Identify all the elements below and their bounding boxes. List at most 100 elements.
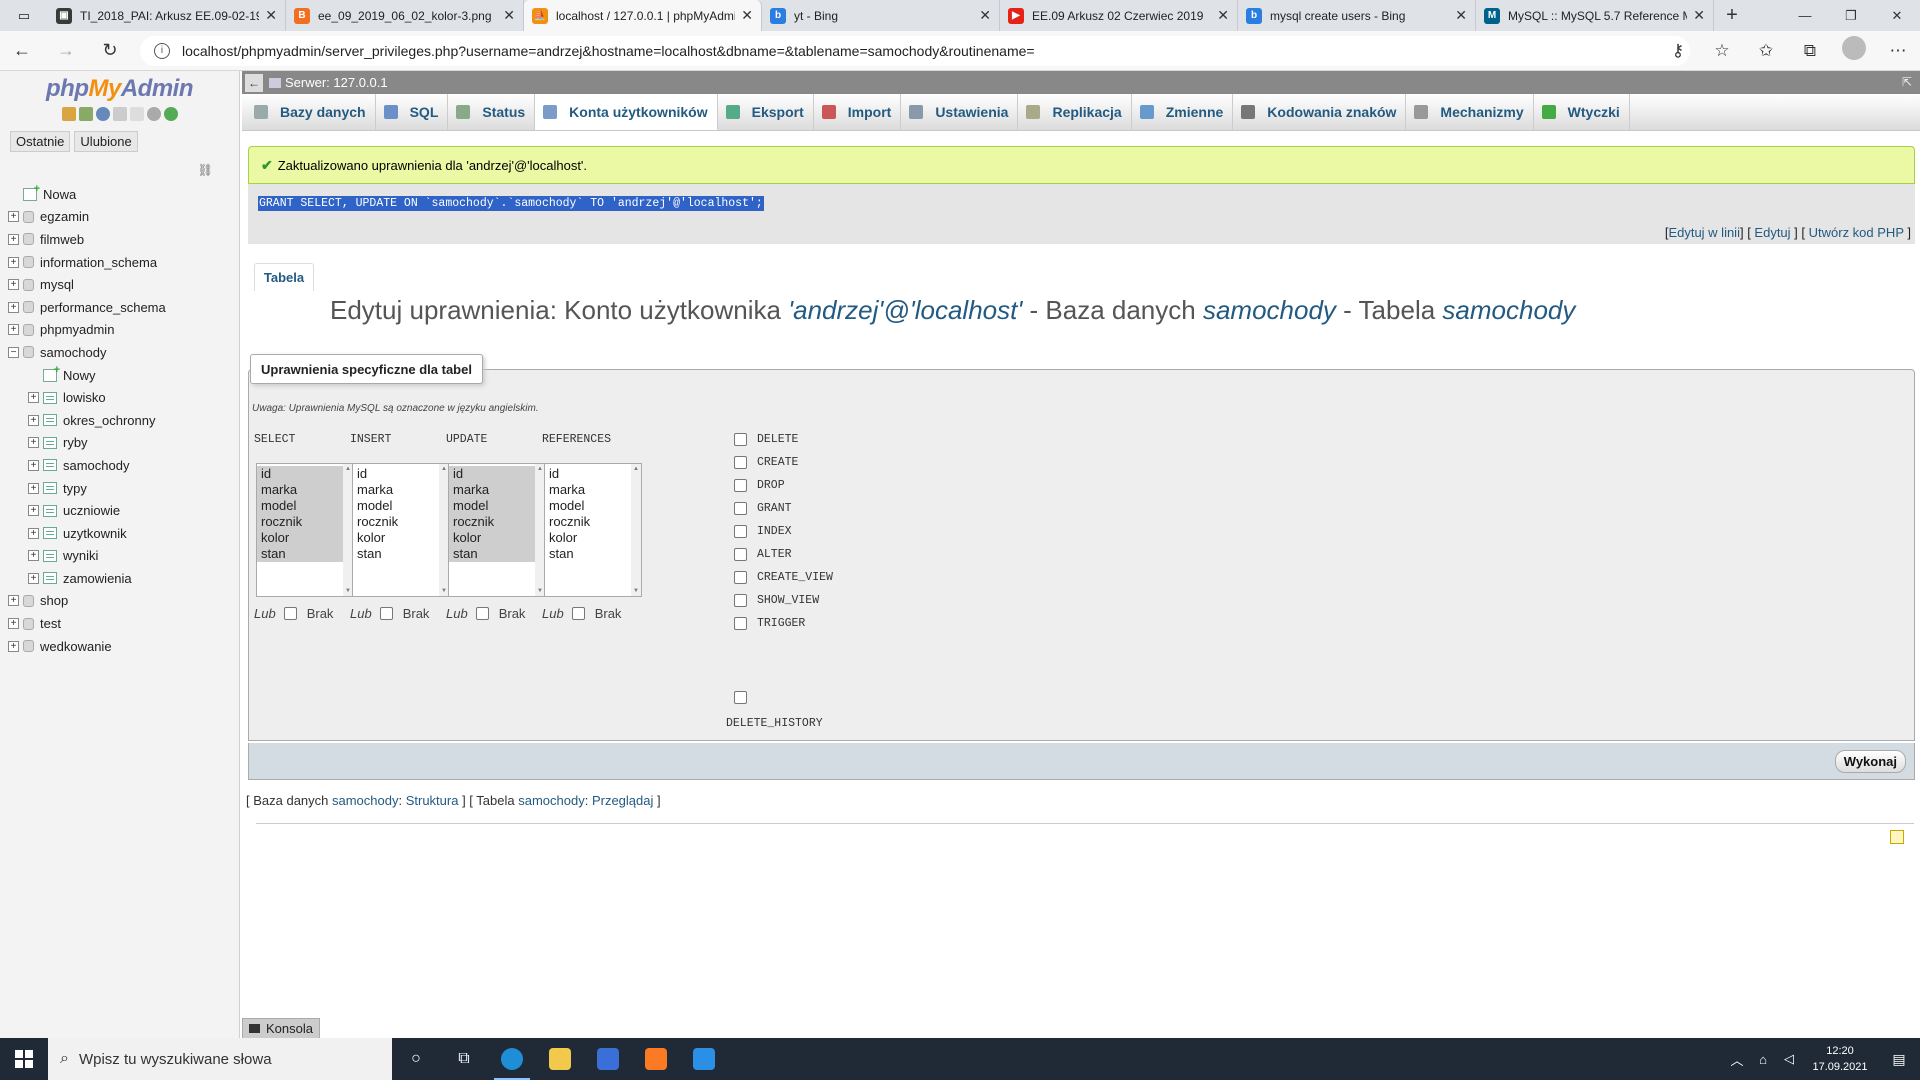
profile-avatar[interactable]: [1832, 36, 1876, 65]
notifications-icon[interactable]: ▤: [1878, 1051, 1920, 1068]
tab-table[interactable]: Tabela: [254, 263, 314, 291]
tab-close-icon[interactable]: ✕: [741, 7, 753, 24]
menu-tab[interactable]: Zmienne: [1132, 94, 1234, 130]
help-icon[interactable]: [95, 107, 110, 121]
browser-tab[interactable]: Bee_09_2019_06_02_kolor-3.png ✕: [286, 0, 524, 31]
tree-database-item[interactable]: + performance_schema: [8, 296, 236, 319]
back-icon[interactable]: ←: [0, 40, 44, 61]
url-text[interactable]: localhost/phpmyadmin/server_privileges.p…: [182, 43, 1035, 59]
cortana-icon[interactable]: ○: [392, 1038, 440, 1080]
privilege-option[interactable]: DELETE: [734, 433, 798, 446]
browser-tab[interactable]: ▶ EE.09 Arkusz 02 Czerwiec 2019 ✕: [1000, 0, 1238, 31]
tree-item-label[interactable]: filmweb: [40, 232, 84, 247]
edge-app-icon[interactable]: [488, 1038, 536, 1080]
tree-item-label[interactable]: typy: [63, 481, 87, 496]
vscode-icon[interactable]: [680, 1038, 728, 1080]
key-icon[interactable]: ⚷: [1656, 41, 1700, 61]
create-php-code-link[interactable]: Utwórz kod PHP: [1809, 225, 1904, 240]
tree-item-label[interactable]: uczniowie: [63, 503, 120, 518]
browser-tab[interactable]: b mysql create users - Bing ✕: [1238, 0, 1476, 31]
favorites-button[interactable]: Ulubione: [74, 131, 138, 152]
tree-database-item[interactable]: + filmweb: [8, 228, 236, 251]
tree-table-item[interactable]: + wyniki: [8, 545, 236, 568]
tree-database-item[interactable]: + shop: [8, 590, 236, 613]
tree-item-label[interactable]: okres_ochronny: [63, 413, 156, 428]
tree-item-label[interactable]: zamowienia: [63, 571, 132, 586]
tree-item-label[interactable]: shop: [40, 593, 68, 608]
privilege-option[interactable]: CREATE: [734, 456, 798, 469]
column-option[interactable]: marka: [449, 482, 544, 498]
menu-tab[interactable]: Import: [814, 94, 902, 130]
expand-icon[interactable]: +: [28, 392, 39, 404]
console-button[interactable]: Konsola: [242, 1018, 320, 1038]
tree-table-item[interactable]: + typy: [8, 477, 236, 500]
expand-icon[interactable]: +: [28, 482, 39, 494]
collapse-top-icon[interactable]: ⇱: [1902, 75, 1912, 89]
clock[interactable]: 12:20 17.09.2021: [1802, 1043, 1878, 1075]
expand-icon[interactable]: +: [28, 550, 39, 562]
privilege-option[interactable]: GRANT: [734, 502, 792, 515]
privilege-option[interactable]: TRIGGER: [734, 617, 805, 630]
edit-link[interactable]: Edytuj: [1754, 225, 1790, 240]
notes-icon[interactable]: [1890, 830, 1904, 844]
none-checkbox[interactable]: [571, 607, 585, 620]
docs-icon[interactable]: [112, 107, 127, 121]
menu-tab[interactable]: Kodowania znaków: [1233, 94, 1407, 130]
tree-database-item[interactable]: + wedkowanie: [8, 635, 236, 658]
recent-button[interactable]: Ostatnie: [10, 131, 71, 152]
tray-chevron-icon[interactable]: ︿: [1724, 1050, 1750, 1069]
column-option[interactable]: stan: [449, 546, 544, 562]
favorites-icon[interactable]: ✩: [1744, 41, 1788, 61]
expand-icon[interactable]: +: [8, 211, 19, 223]
tree-item-label[interactable]: performance_schema: [40, 300, 166, 315]
column-option[interactable]: rocznik: [449, 514, 544, 530]
privilege-checkbox[interactable]: [734, 548, 747, 561]
menu-tab[interactable]: Bazy danych: [246, 94, 376, 130]
tree-table-item[interactable]: + uczniowie: [8, 499, 236, 522]
site-info-icon[interactable]: i: [154, 42, 170, 59]
column-option[interactable]: kolor: [353, 530, 448, 546]
listbox-scrollbar[interactable]: ▲ ▼: [631, 464, 641, 596]
column-option[interactable]: rocznik: [545, 514, 640, 530]
expand-icon[interactable]: +: [8, 279, 19, 291]
tab-close-icon[interactable]: ✕: [1455, 7, 1467, 24]
expand-icon[interactable]: +: [28, 572, 39, 584]
tree-item-label[interactable]: Nowy: [63, 368, 96, 383]
tree-database-item[interactable]: + mysql: [8, 273, 236, 296]
privilege-checkbox[interactable]: [734, 479, 747, 492]
logout-icon[interactable]: [78, 107, 93, 121]
menu-tab[interactable]: Ustawienia: [901, 94, 1019, 130]
tree-item-label[interactable]: samochody: [40, 345, 106, 360]
tree-item-label[interactable]: uzytkownik: [63, 526, 127, 541]
tab-close-icon[interactable]: ✕: [979, 7, 991, 24]
forward-icon[interactable]: →: [44, 40, 88, 61]
reload-nav-icon[interactable]: [163, 107, 178, 121]
tree-table-item[interactable]: + zamowienia: [8, 567, 236, 590]
table-samochody-link[interactable]: samochody: [518, 793, 584, 808]
tree-database-item[interactable]: + egzamin: [8, 206, 236, 229]
tree-item-label[interactable]: wedkowanie: [40, 639, 112, 654]
expand-icon[interactable]: +: [8, 595, 19, 607]
new-tab-button[interactable]: +: [1714, 0, 1750, 31]
tree-item-label[interactable]: samochody: [63, 458, 129, 473]
column-option[interactable]: model: [545, 498, 640, 514]
tree-table-item[interactable]: + lowisko: [8, 386, 236, 409]
privilege-checkbox[interactable]: [734, 525, 747, 538]
expand-icon[interactable]: +: [28, 527, 39, 539]
column-option[interactable]: model: [257, 498, 352, 514]
tree-item-label[interactable]: wyniki: [63, 548, 98, 563]
settings-icon[interactable]: [146, 107, 161, 121]
column-option[interactable]: rocznik: [353, 514, 448, 530]
privilege-option[interactable]: SHOW_VIEW: [734, 594, 819, 607]
browser-tab[interactable]: ▣ TI_2018_PAI: Arkusz EE.09-02-19 ✕: [48, 0, 286, 31]
menu-tab[interactable]: Konta użytkowników: [535, 94, 718, 130]
tree-table-item[interactable]: + ryby: [8, 432, 236, 455]
expand-icon[interactable]: +: [8, 301, 19, 313]
tab-close-icon[interactable]: ✕: [1693, 7, 1705, 24]
column-listbox[interactable]: id marka model rocznik kolor stan ▲ ▼: [544, 463, 642, 597]
menu-tab[interactable]: Mechanizmy: [1406, 94, 1534, 130]
structure-link[interactable]: Struktura: [406, 793, 459, 808]
privilege-checkbox[interactable]: [734, 617, 747, 630]
store-icon[interactable]: [584, 1038, 632, 1080]
tree-item-label[interactable]: egzamin: [40, 209, 89, 224]
